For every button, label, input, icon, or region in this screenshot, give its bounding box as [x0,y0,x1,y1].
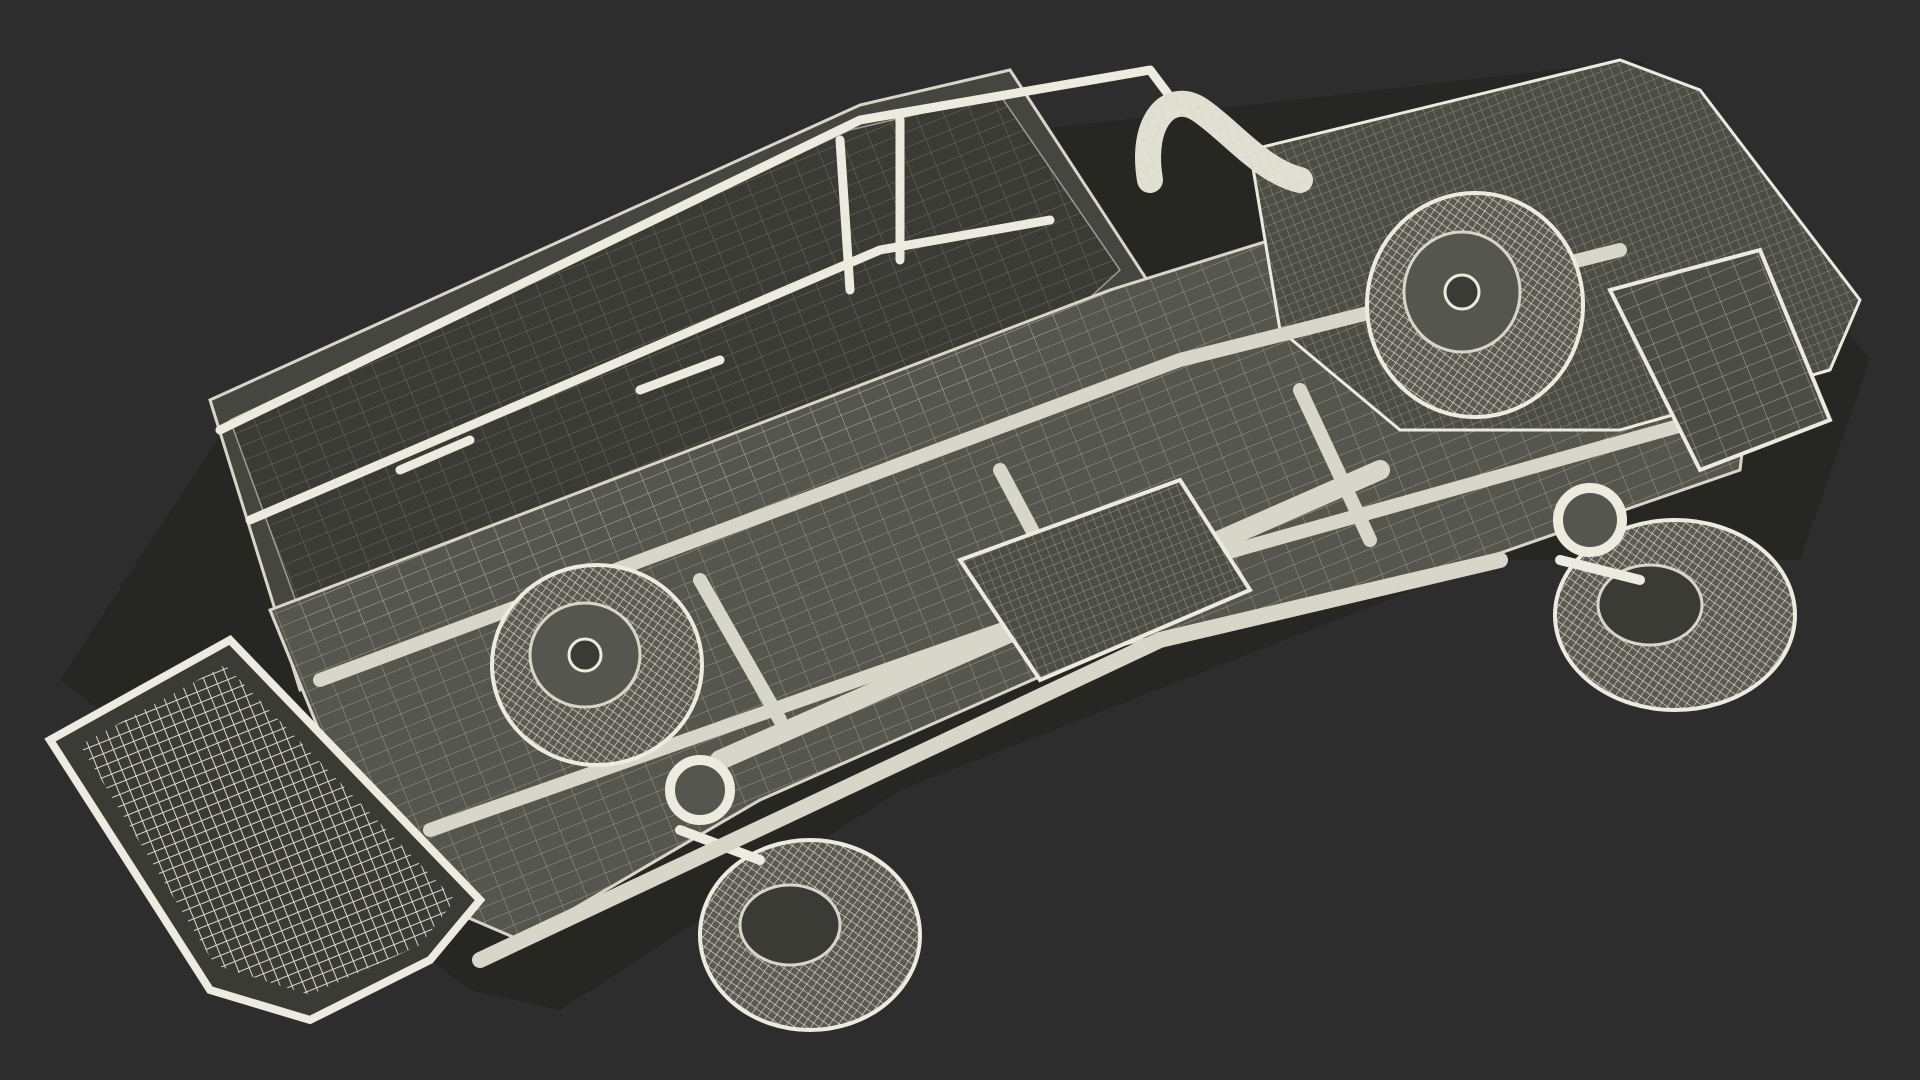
wheel-front-spare [1365,191,1585,419]
wheel-rear-spare [490,563,704,767]
wireframe-vehicle-render [44,58,1870,1032]
render-viewport [0,0,1920,1080]
rear-differential [665,755,735,825]
wheel-rear-axle [698,838,922,1032]
front-differential [1553,483,1627,557]
